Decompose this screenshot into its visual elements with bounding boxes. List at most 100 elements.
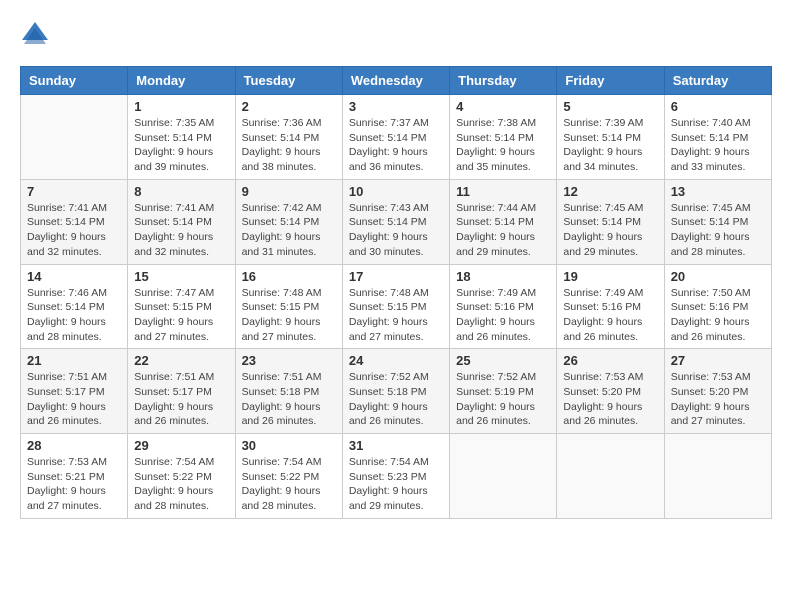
day-info: Sunrise: 7:48 AMSunset: 5:15 PMDaylight:… xyxy=(242,286,336,345)
day-number: 28 xyxy=(27,438,121,453)
calendar-week-row: 14 Sunrise: 7:46 AMSunset: 5:14 PMDayligh… xyxy=(21,264,772,349)
calendar-day-cell: 13Sunrise: 7:45 AMSunset: 5:14 PMDayligh… xyxy=(664,179,771,264)
weekday-header: Sunday xyxy=(21,67,128,95)
day-info: Sunrise: 7:50 AMSunset: 5:16 PMDaylight:… xyxy=(671,286,765,345)
calendar-day-cell: 1 Sunrise: 7:35 AMSunset: 5:14 PMDaylight… xyxy=(128,95,235,180)
day-info: Sunrise: 7:49 AMSunset: 5:16 PMDaylight:… xyxy=(563,286,657,345)
day-number: 12 xyxy=(563,184,657,199)
calendar-day-cell: 7 Sunrise: 7:41 AMSunset: 5:14 PMDaylight… xyxy=(21,179,128,264)
calendar-day-cell: 22 Sunrise: 7:51 AMSunset: 5:17 PMDayligh… xyxy=(128,349,235,434)
day-info: Sunrise: 7:52 AMSunset: 5:19 PMDaylight:… xyxy=(456,370,550,429)
calendar-day-cell: 18Sunrise: 7:49 AMSunset: 5:16 PMDayligh… xyxy=(450,264,557,349)
day-number: 4 xyxy=(456,99,550,114)
day-info: Sunrise: 7:49 AMSunset: 5:16 PMDaylight:… xyxy=(456,286,550,345)
day-info: Sunrise: 7:51 AMSunset: 5:17 PMDaylight:… xyxy=(134,370,228,429)
calendar-week-row: 1 Sunrise: 7:35 AMSunset: 5:14 PMDaylight… xyxy=(21,95,772,180)
day-info: Sunrise: 7:43 AMSunset: 5:14 PMDaylight:… xyxy=(349,201,443,260)
calendar-day-cell: 15 Sunrise: 7:47 AMSunset: 5:15 PMDayligh… xyxy=(128,264,235,349)
calendar-day-cell: 12 Sunrise: 7:45 AMSunset: 5:14 PMDayligh… xyxy=(557,179,664,264)
day-number: 17 xyxy=(349,269,443,284)
day-info: Sunrise: 7:46 AMSunset: 5:14 PMDaylight:… xyxy=(27,286,121,345)
calendar-week-row: 21Sunrise: 7:51 AMSunset: 5:17 PMDayligh… xyxy=(21,349,772,434)
day-number: 31 xyxy=(349,438,443,453)
day-number: 22 xyxy=(134,353,228,368)
day-number: 26 xyxy=(563,353,657,368)
calendar-day-cell: 3Sunrise: 7:37 AMSunset: 5:14 PMDaylight… xyxy=(342,95,449,180)
day-number: 20 xyxy=(671,269,765,284)
calendar-table: SundayMondayTuesdayWednesdayThursdayFrid… xyxy=(20,66,772,519)
day-number: 2 xyxy=(242,99,336,114)
calendar-day-cell: 29Sunrise: 7:54 AMSunset: 5:22 PMDayligh… xyxy=(128,434,235,519)
day-number: 15 xyxy=(134,269,228,284)
weekday-header: Monday xyxy=(128,67,235,95)
day-number: 5 xyxy=(563,99,657,114)
weekday-header: Wednesday xyxy=(342,67,449,95)
day-number: 8 xyxy=(134,184,228,199)
calendar-day-cell: 23 Sunrise: 7:51 AMSunset: 5:18 PMDayligh… xyxy=(235,349,342,434)
page-header xyxy=(20,20,772,50)
day-number: 30 xyxy=(242,438,336,453)
calendar-day-cell: 30 Sunrise: 7:54 AMSunset: 5:22 PMDayligh… xyxy=(235,434,342,519)
day-number: 24 xyxy=(349,353,443,368)
day-number: 25 xyxy=(456,353,550,368)
weekday-header: Tuesday xyxy=(235,67,342,95)
day-info: Sunrise: 7:40 AMSunset: 5:14 PMDaylight:… xyxy=(671,116,765,175)
day-number: 11 xyxy=(456,184,550,199)
day-info: Sunrise: 7:45 AMSunset: 5:14 PMDaylight:… xyxy=(671,201,765,260)
logo xyxy=(20,20,54,50)
day-number: 19 xyxy=(563,269,657,284)
calendar-day-cell xyxy=(664,434,771,519)
calendar-day-cell: 19 Sunrise: 7:49 AMSunset: 5:16 PMDayligh… xyxy=(557,264,664,349)
day-info: Sunrise: 7:44 AMSunset: 5:14 PMDaylight:… xyxy=(456,201,550,260)
calendar-day-cell: 25 Sunrise: 7:52 AMSunset: 5:19 PMDayligh… xyxy=(450,349,557,434)
day-info: Sunrise: 7:53 AMSunset: 5:20 PMDaylight:… xyxy=(563,370,657,429)
day-info: Sunrise: 7:52 AMSunset: 5:18 PMDaylight:… xyxy=(349,370,443,429)
calendar-day-cell xyxy=(557,434,664,519)
day-number: 1 xyxy=(134,99,228,114)
calendar-day-cell: 6Sunrise: 7:40 AMSunset: 5:14 PMDaylight… xyxy=(664,95,771,180)
day-number: 27 xyxy=(671,353,765,368)
day-number: 23 xyxy=(242,353,336,368)
day-info: Sunrise: 7:54 AMSunset: 5:22 PMDaylight:… xyxy=(242,455,336,514)
day-info: Sunrise: 7:41 AMSunset: 5:14 PMDaylight:… xyxy=(27,201,121,260)
day-number: 14 xyxy=(27,269,121,284)
day-info: Sunrise: 7:47 AMSunset: 5:15 PMDaylight:… xyxy=(134,286,228,345)
calendar-day-cell: 14 Sunrise: 7:46 AMSunset: 5:14 PMDayligh… xyxy=(21,264,128,349)
calendar-day-cell: 24 Sunrise: 7:52 AMSunset: 5:18 PMDayligh… xyxy=(342,349,449,434)
calendar-day-cell: 28 Sunrise: 7:53 AMSunset: 5:21 PMDayligh… xyxy=(21,434,128,519)
day-info: Sunrise: 7:37 AMSunset: 5:14 PMDaylight:… xyxy=(349,116,443,175)
calendar-day-cell: 11 Sunrise: 7:44 AMSunset: 5:14 PMDayligh… xyxy=(450,179,557,264)
weekday-header: Friday xyxy=(557,67,664,95)
day-info: Sunrise: 7:54 AMSunset: 5:23 PMDaylight:… xyxy=(349,455,443,514)
day-number: 7 xyxy=(27,184,121,199)
day-info: Sunrise: 7:36 AMSunset: 5:14 PMDaylight:… xyxy=(242,116,336,175)
calendar-day-cell: 10 Sunrise: 7:43 AMSunset: 5:14 PMDayligh… xyxy=(342,179,449,264)
day-number: 9 xyxy=(242,184,336,199)
calendar-day-cell: 21Sunrise: 7:51 AMSunset: 5:17 PMDayligh… xyxy=(21,349,128,434)
day-info: Sunrise: 7:35 AMSunset: 5:14 PMDaylight:… xyxy=(134,116,228,175)
calendar-header-row: SundayMondayTuesdayWednesdayThursdayFrid… xyxy=(21,67,772,95)
weekday-header: Saturday xyxy=(664,67,771,95)
calendar-day-cell: 17 Sunrise: 7:48 AMSunset: 5:15 PMDayligh… xyxy=(342,264,449,349)
weekday-header: Thursday xyxy=(450,67,557,95)
day-info: Sunrise: 7:48 AMSunset: 5:15 PMDaylight:… xyxy=(349,286,443,345)
calendar-day-cell: 20 Sunrise: 7:50 AMSunset: 5:16 PMDayligh… xyxy=(664,264,771,349)
day-info: Sunrise: 7:45 AMSunset: 5:14 PMDaylight:… xyxy=(563,201,657,260)
calendar-day-cell: 16Sunrise: 7:48 AMSunset: 5:15 PMDayligh… xyxy=(235,264,342,349)
calendar-day-cell: 5Sunrise: 7:39 AMSunset: 5:14 PMDaylight… xyxy=(557,95,664,180)
calendar-week-row: 7 Sunrise: 7:41 AMSunset: 5:14 PMDaylight… xyxy=(21,179,772,264)
day-info: Sunrise: 7:51 AMSunset: 5:18 PMDaylight:… xyxy=(242,370,336,429)
day-number: 29 xyxy=(134,438,228,453)
day-info: Sunrise: 7:51 AMSunset: 5:17 PMDaylight:… xyxy=(27,370,121,429)
calendar-day-cell: 9Sunrise: 7:42 AMSunset: 5:14 PMDaylight… xyxy=(235,179,342,264)
day-number: 10 xyxy=(349,184,443,199)
day-info: Sunrise: 7:53 AMSunset: 5:21 PMDaylight:… xyxy=(27,455,121,514)
calendar-day-cell: 4 Sunrise: 7:38 AMSunset: 5:14 PMDaylight… xyxy=(450,95,557,180)
calendar-day-cell: 2 Sunrise: 7:36 AMSunset: 5:14 PMDaylight… xyxy=(235,95,342,180)
day-info: Sunrise: 7:38 AMSunset: 5:14 PMDaylight:… xyxy=(456,116,550,175)
calendar-day-cell: 31 Sunrise: 7:54 AMSunset: 5:23 PMDayligh… xyxy=(342,434,449,519)
calendar-day-cell: 8Sunrise: 7:41 AMSunset: 5:14 PMDaylight… xyxy=(128,179,235,264)
calendar-day-cell: 26 Sunrise: 7:53 AMSunset: 5:20 PMDayligh… xyxy=(557,349,664,434)
logo-icon xyxy=(20,20,50,50)
calendar-day-cell: 27Sunrise: 7:53 AMSunset: 5:20 PMDayligh… xyxy=(664,349,771,434)
